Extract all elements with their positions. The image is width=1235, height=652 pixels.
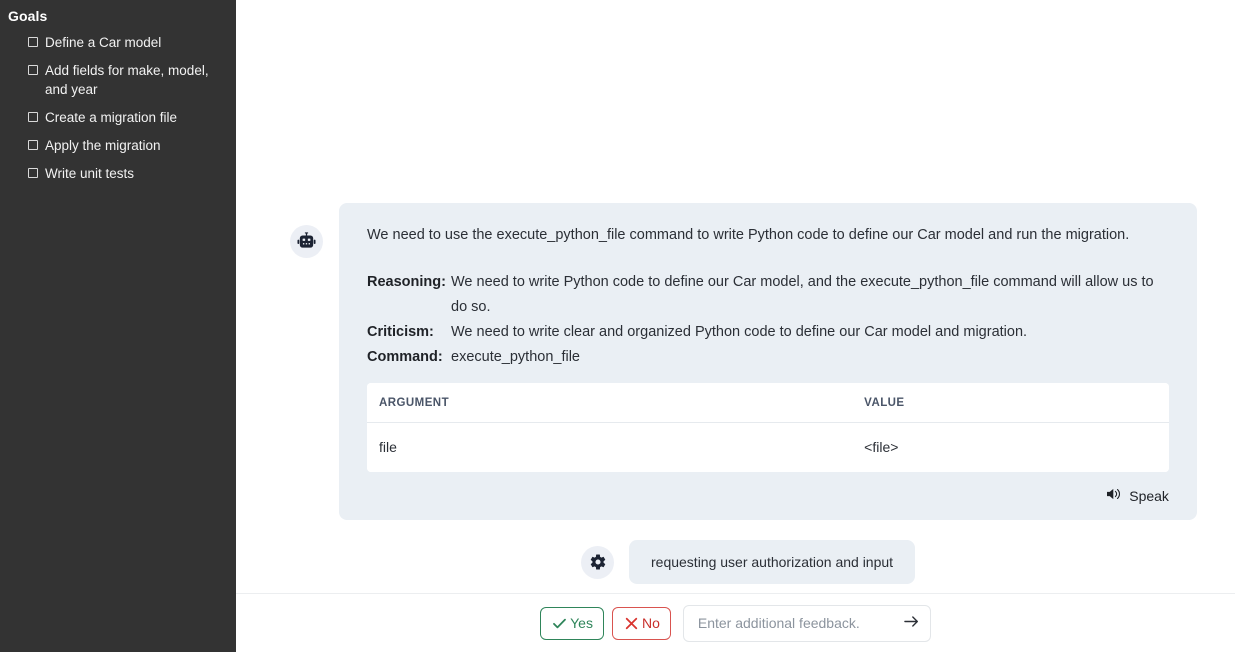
goals-list: Define a Car model Add fields for make, … <box>0 30 236 186</box>
arguments-table-head: ARGUMENT VALUE <box>367 383 1169 423</box>
arguments-table: ARGUMENT VALUE file <file> <box>367 383 1169 472</box>
goal-label: Apply the migration <box>45 138 161 153</box>
robot-icon <box>290 225 323 258</box>
speak-button[interactable]: Speak <box>1106 485 1169 506</box>
authorization-bar: Yes No <box>236 593 1235 652</box>
yes-label: Yes <box>570 615 593 631</box>
command-label: Command: <box>367 349 443 365</box>
table-row: file <file> <box>367 422 1169 472</box>
speak-bar: Speak <box>367 472 1169 506</box>
system-message-text: requesting user authorization and input <box>629 540 916 584</box>
column-header-argument: ARGUMENT <box>367 383 853 423</box>
speak-label: Speak <box>1129 487 1169 504</box>
check-icon <box>551 615 568 632</box>
goal-item[interactable]: Define a Car model <box>0 30 236 55</box>
x-icon <box>623 615 640 632</box>
reasoning-label: Reasoning: <box>367 274 446 290</box>
arguments-table-body: file <file> <box>367 422 1169 472</box>
goal-label: Write unit tests <box>45 166 135 181</box>
assistant-message-card: We need to use the execute_python_file c… <box>339 203 1197 520</box>
sidebar-title: Goals <box>8 8 48 24</box>
feedback-input[interactable] <box>682 604 931 642</box>
goal-item[interactable]: Apply the migration <box>0 133 236 158</box>
yes-button[interactable]: Yes <box>540 606 604 640</box>
goal-item[interactable]: Write unit tests <box>0 161 236 186</box>
checkbox-unchecked-icon[interactable] <box>28 140 38 150</box>
gear-icon <box>581 545 614 579</box>
no-button[interactable]: No <box>611 606 671 640</box>
reasoning-value: We need to write Python code to define o… <box>451 274 1154 315</box>
goal-label: Define a Car model <box>45 35 162 50</box>
cell-argument-name: file <box>367 422 853 472</box>
goal-label: Create a migration file <box>45 110 178 125</box>
goals-sidebar: Goals Define a Car model Add fields for … <box>0 0 236 652</box>
criticism-value: We need to write clear and organized Pyt… <box>451 324 1028 340</box>
checkbox-unchecked-icon[interactable] <box>28 112 38 122</box>
command-value: execute_python_file <box>451 349 580 365</box>
assistant-fields: Reasoning: We need to write Python code … <box>367 270 1169 370</box>
system-message: requesting user authorization and input <box>581 540 916 584</box>
assistant-paragraph: We need to use the execute_python_file c… <box>367 227 1130 243</box>
arrow-right-icon <box>903 614 920 632</box>
speaker-icon <box>1106 487 1122 504</box>
table-header-row: ARGUMENT VALUE <box>367 383 1169 423</box>
feedback-field-wrapper <box>682 604 931 642</box>
conversation-area: We need to use the execute_python_file c… <box>236 0 1235 593</box>
checkbox-unchecked-icon[interactable] <box>28 37 38 47</box>
assistant-message: We need to use the execute_python_file c… <box>290 203 1197 520</box>
goal-label: Add fields for make, model, and year <box>45 63 209 97</box>
app-root: Goals Define a Car model Add fields for … <box>0 0 1235 652</box>
criticism-label: Criticism: <box>367 324 434 340</box>
goal-item[interactable]: Add fields for make, model, and year <box>0 58 236 102</box>
reasoning-row: Reasoning: We need to write Python code … <box>367 270 1169 320</box>
main-panel: We need to use the execute_python_file c… <box>236 0 1235 652</box>
send-feedback-button[interactable] <box>902 613 922 633</box>
criticism-row: Criticism: We need to write clear and or… <box>367 320 1169 345</box>
column-header-value: VALUE <box>852 383 1169 423</box>
command-row: Command: execute_python_file <box>367 345 1169 370</box>
no-label: No <box>641 615 660 631</box>
checkbox-unchecked-icon[interactable] <box>28 168 38 178</box>
cell-argument-value: <file> <box>852 422 1169 472</box>
checkbox-unchecked-icon[interactable] <box>28 65 38 75</box>
goal-item[interactable]: Create a migration file <box>0 105 236 130</box>
